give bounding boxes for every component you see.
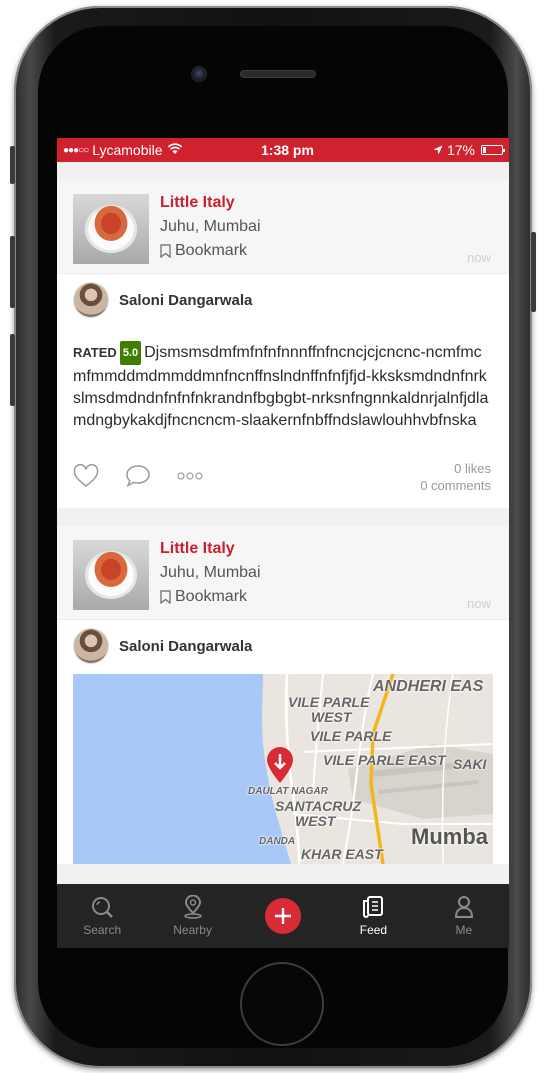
battery-fill [483, 147, 486, 153]
user-name[interactable]: Saloni Dangarwala [119, 638, 252, 655]
front-camera [191, 66, 207, 82]
more-options-icon[interactable] [177, 471, 203, 481]
map-label-daulat-nagar: DAULAT NAGAR [248, 786, 328, 797]
comments-count[interactable]: 0 comments [420, 477, 491, 494]
map-label-vile-parle-east: VILE PARLE EAST [323, 752, 446, 768]
bookmark-label: Bookmark [175, 588, 248, 605]
battery-icon [481, 145, 505, 155]
carrier-name: Lycamobile [92, 142, 163, 158]
search-icon [91, 895, 114, 919]
like-heart-icon[interactable] [73, 464, 99, 488]
earpiece-speaker [240, 70, 316, 78]
app-screen: ●●●○○ Lycamobile 1:38 pm 17% Little Ital… [57, 138, 509, 948]
tab-nearby[interactable]: Nearby [147, 884, 237, 948]
tab-me[interactable]: Me [419, 884, 509, 948]
map-label-mumbai: Mumba [411, 824, 488, 849]
rated-label: RATED [73, 345, 117, 360]
bookmark-label: Bookmark [175, 242, 248, 259]
card-gap [57, 162, 509, 180]
post-actions: 0 likes 0 comments [57, 442, 509, 508]
rating-badge: 5.0 [119, 341, 142, 365]
bookmark-button[interactable]: Bookmark [160, 242, 247, 260]
tab-search-label: Search [83, 923, 122, 937]
restaurant-location: Juhu, Mumbai [160, 218, 261, 235]
bookmark-icon [160, 244, 171, 258]
power-button [531, 232, 536, 312]
restaurant-name[interactable]: Little Italy [160, 540, 235, 558]
tab-nearby-label: Nearby [173, 923, 212, 937]
restaurant-name[interactable]: Little Italy [160, 194, 235, 212]
location-map[interactable]: ANDHERI EAS VILE PARLE WEST VILE PARLE V… [73, 674, 493, 864]
review-text-block: RATED 5.0 Djsmsmsdmfmfnfnfnnnffnfncncjcjcn… [57, 326, 509, 442]
wifi-icon [167, 142, 183, 158]
post-timestamp: now [467, 250, 491, 265]
restaurant-thumbnail[interactable] [73, 194, 149, 264]
status-right: 17% [433, 142, 505, 158]
signal-strength: ●●●○○ [63, 144, 89, 156]
restaurant-thumbnail[interactable] [73, 540, 149, 610]
home-button[interactable] [240, 962, 324, 1046]
feed-icon [362, 895, 384, 919]
likes-count[interactable]: 0 likes [420, 460, 491, 477]
user-row[interactable]: Saloni Dangarwala [57, 620, 509, 672]
status-time: 1:38 pm [261, 142, 314, 158]
post-timestamp: now [467, 596, 491, 611]
user-icon [454, 895, 474, 919]
avatar[interactable] [73, 628, 109, 664]
volume-up-button [10, 236, 15, 308]
map-label-santacruz-west: WEST [295, 813, 336, 829]
bookmark-button[interactable]: Bookmark [160, 588, 247, 606]
tab-search[interactable]: Search [57, 884, 147, 948]
location-arrow-icon [433, 142, 443, 158]
map-label-vile-parle-west-2: WEST [311, 709, 352, 725]
feed-post: Little Italy Juhu, Mumbai Bookmark now S… [57, 526, 509, 864]
post-counts: 0 likes 0 comments [420, 460, 491, 494]
map-label-danda: DANDA [259, 836, 296, 847]
bookmark-icon [160, 590, 171, 604]
map-label-vile-parle: VILE PARLE [310, 728, 392, 744]
battery-percent: 17% [446, 142, 475, 158]
status-bar: ●●●○○ Lycamobile 1:38 pm 17% [57, 138, 509, 162]
restaurant-header[interactable]: Little Italy Juhu, Mumbai Bookmark now [57, 526, 509, 620]
map-label-andheri: ANDHERI EAS [373, 678, 484, 695]
map-label-khar-east: KHAR EAST [301, 846, 383, 862]
map-container: ANDHERI EAS VILE PARLE WEST VILE PARLE V… [57, 672, 509, 864]
tab-me-label: Me [455, 923, 473, 937]
user-name[interactable]: Saloni Dangarwala [119, 292, 252, 309]
map-pin-icon [182, 895, 204, 919]
feed-list[interactable]: Little Italy Juhu, Mumbai Bookmark now S… [57, 162, 509, 884]
tab-bar: Search Nearby Feed Me [57, 884, 509, 948]
status-left: ●●●○○ Lycamobile [63, 142, 243, 158]
tab-add[interactable] [238, 884, 328, 948]
tab-feed-label: Feed [359, 923, 388, 937]
map-label-santacruz: SANTACRUZ [275, 798, 362, 814]
feed-post: Little Italy Juhu, Mumbai Bookmark now S… [57, 162, 509, 508]
comment-bubble-icon[interactable] [125, 464, 151, 488]
map-label-vile-parle-west: VILE PARLE [288, 694, 370, 710]
volume-down-button [10, 334, 15, 406]
map-label-saki: SAKI [453, 756, 487, 772]
avatar[interactable] [73, 282, 109, 318]
restaurant-header[interactable]: Little Italy Juhu, Mumbai Bookmark now [57, 180, 509, 274]
restaurant-location: Juhu, Mumbai [160, 564, 261, 581]
plus-icon[interactable] [265, 898, 302, 934]
tab-feed[interactable]: Feed [328, 884, 418, 948]
user-row[interactable]: Saloni Dangarwala [57, 274, 509, 326]
mute-switch [10, 146, 15, 184]
